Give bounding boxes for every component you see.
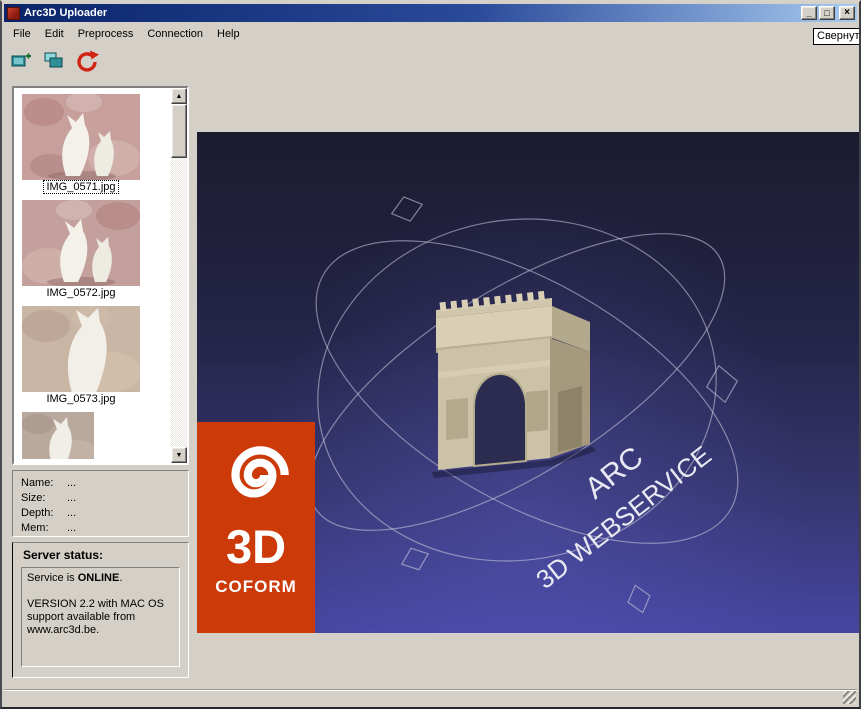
info-size-label: Size: bbox=[21, 492, 46, 504]
info-mem-value: ... bbox=[67, 522, 77, 534]
menu-item-edit[interactable]: Edit bbox=[38, 26, 71, 42]
maximize-button[interactable]: □ bbox=[819, 6, 835, 20]
server-version-text: VERSION 2.2 with MAC OS support availabl… bbox=[27, 598, 164, 636]
server-online-badge: ONLINE bbox=[77, 572, 120, 584]
resize-grip[interactable] bbox=[843, 691, 856, 704]
list-item[interactable] bbox=[22, 412, 171, 459]
info-size-value: ... bbox=[67, 492, 77, 504]
minimize-tooltip: Свернуть bbox=[813, 28, 859, 45]
thumbnail-image[interactable] bbox=[22, 306, 140, 392]
app-window: Arc3D Uploader _ □ × File Edit Preproces… bbox=[0, 0, 861, 709]
scroll-up-button[interactable]: ▲ bbox=[171, 88, 187, 104]
server-status-panel: Server status: Service is ONLINE. VERSIO… bbox=[12, 542, 189, 678]
thumbnail-image[interactable] bbox=[22, 94, 140, 180]
menu-item-connection[interactable]: Connection bbox=[140, 26, 210, 42]
menu-item-preprocess[interactable]: Preprocess bbox=[71, 26, 141, 42]
list-item[interactable]: IMG_0572.jpg bbox=[22, 200, 171, 299]
server-status-box: Service is ONLINE. VERSION 2.2 with MAC … bbox=[21, 567, 180, 667]
cat-partial-thumbnail bbox=[22, 412, 94, 459]
thumbnail-label[interactable]: IMG_0572.jpg bbox=[22, 287, 140, 299]
list-item[interactable]: IMG_0573.jpg bbox=[22, 306, 171, 405]
minimize-button[interactable]: _ bbox=[801, 6, 817, 20]
image-list: IMG_0571.jpg IMG_0572.jpg IMG_0573.jpg ▲… bbox=[12, 86, 189, 465]
scrollbar-thumb[interactable] bbox=[171, 104, 187, 158]
cats-photo-thumbnail bbox=[22, 200, 140, 286]
coform-logo: 3D COFORM bbox=[197, 422, 315, 633]
info-mem-label: Mem: bbox=[21, 522, 49, 534]
menu-item-help[interactable]: Help bbox=[210, 26, 247, 42]
title-bar[interactable]: Arc3D Uploader _ □ × bbox=[4, 4, 857, 22]
logo-coform-text: COFORM bbox=[215, 577, 297, 596]
server-status-title: Server status: bbox=[23, 548, 104, 562]
info-depth-label: Depth: bbox=[21, 507, 54, 519]
add-image-icon bbox=[11, 53, 31, 67]
image-list-content: IMG_0571.jpg IMG_0572.jpg IMG_0573.jpg bbox=[14, 88, 171, 463]
info-name-value: ... bbox=[67, 477, 77, 489]
thumbnail-image[interactable] bbox=[22, 412, 94, 459]
cats-photo-thumbnail bbox=[22, 94, 140, 180]
menu-item-file[interactable]: File bbox=[6, 26, 38, 42]
window-title: Arc3D Uploader bbox=[24, 7, 108, 19]
cat-closeup-thumbnail bbox=[22, 306, 140, 392]
upload-button[interactable] bbox=[74, 49, 102, 73]
toolbar bbox=[10, 47, 102, 75]
thumbnail-label[interactable]: IMG_0573.jpg bbox=[22, 393, 140, 405]
add-images-button[interactable] bbox=[10, 51, 34, 71]
status-bar bbox=[4, 689, 857, 705]
close-button[interactable]: × bbox=[839, 6, 855, 20]
app-icon bbox=[7, 6, 20, 20]
server-status-line: Service is ONLINE. bbox=[27, 572, 123, 584]
scroll-down-button[interactable]: ▼ bbox=[171, 447, 187, 463]
thumbnail-label[interactable]: IMG_0571.jpg bbox=[22, 180, 140, 194]
list-scrollbar[interactable]: ▲ ▼ bbox=[171, 88, 187, 463]
logo-3d-text: 3D bbox=[225, 520, 287, 573]
info-depth-value: ... bbox=[67, 507, 77, 519]
thumbnail-image[interactable] bbox=[22, 200, 140, 286]
image-pairs-button[interactable] bbox=[42, 51, 66, 71]
image-stack-icon bbox=[44, 52, 63, 68]
list-item[interactable]: IMG_0571.jpg bbox=[22, 94, 171, 194]
upload-refresh-icon bbox=[77, 50, 99, 72]
menu-bar: File Edit Preprocess Connection Help bbox=[6, 25, 247, 43]
arch-model bbox=[432, 290, 596, 478]
spiral-icon bbox=[231, 446, 289, 498]
image-info-panel: Name:... Size:... Depth:... Mem:... bbox=[12, 470, 189, 537]
info-name-label: Name: bbox=[21, 477, 54, 489]
